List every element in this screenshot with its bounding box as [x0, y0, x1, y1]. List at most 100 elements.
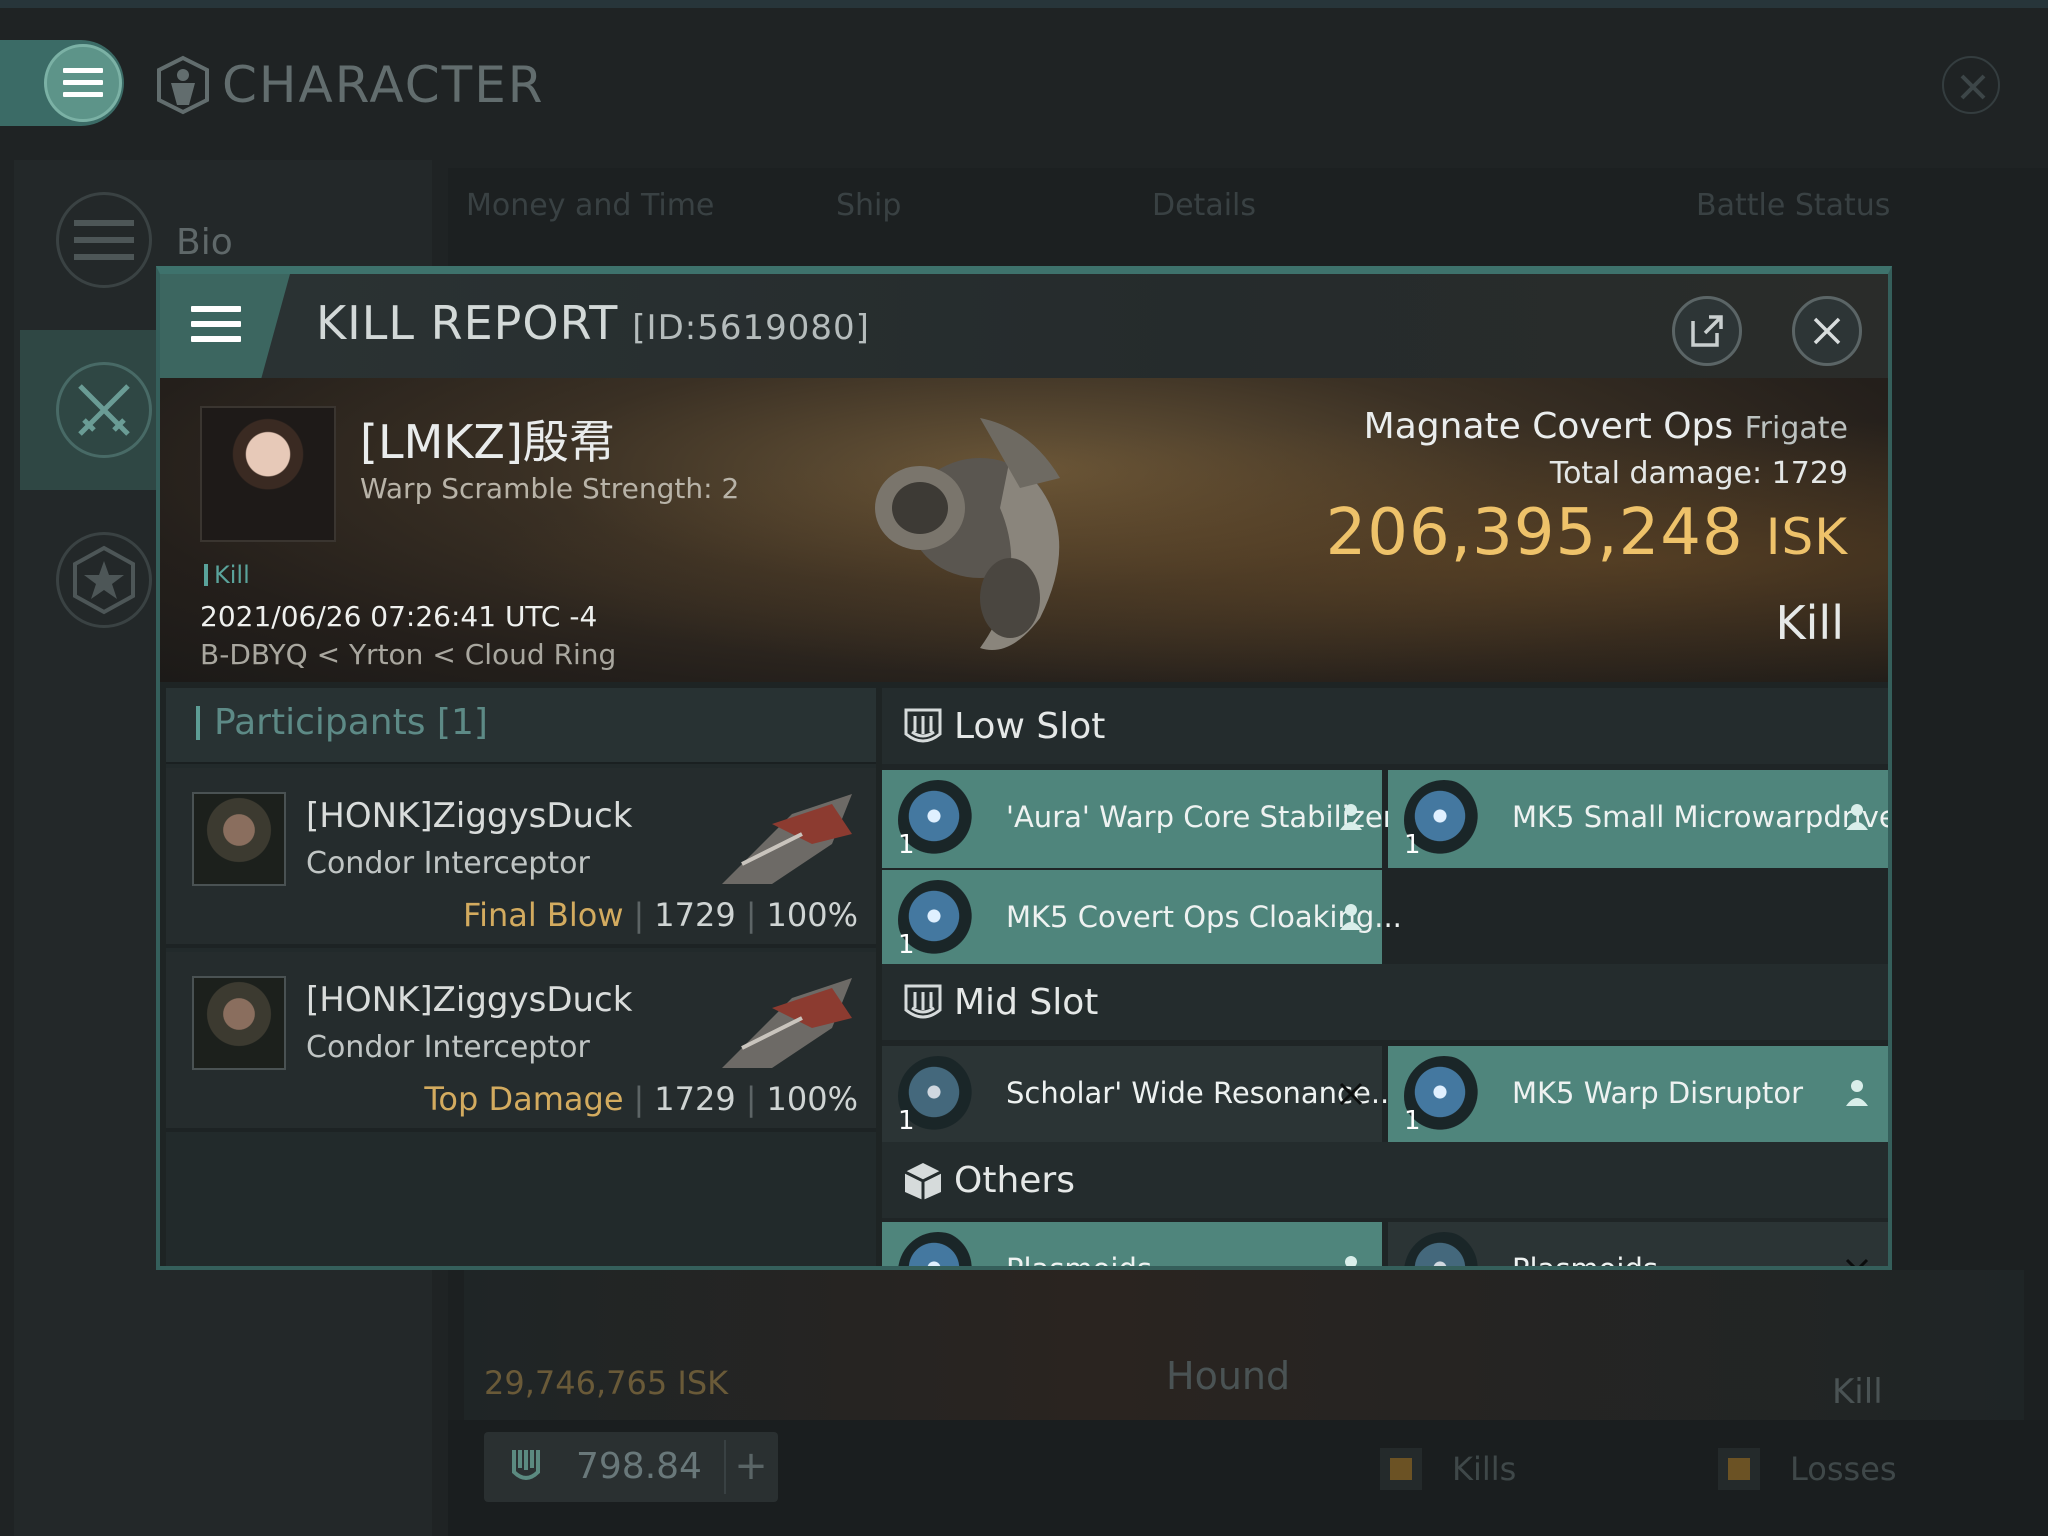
- dropped-person-icon: [1846, 1080, 1868, 1106]
- participants-title: Participants [1]: [196, 705, 488, 741]
- others-header: Others: [882, 1142, 1888, 1218]
- destroyed-x-icon: [1845, 1258, 1869, 1266]
- victim-ship-name[interactable]: Magnate Covert Ops Frigate: [1364, 406, 1848, 447]
- item-quantity: 1: [898, 830, 915, 860]
- ship-type-name: Magnate Covert Ops: [1363, 406, 1734, 447]
- kill-location[interactable]: B-DBYQ < Yrton < Cloud Ring: [200, 638, 616, 671]
- dropped-person-icon: [1345, 1256, 1357, 1266]
- item-name: 'Aura' Warp Core Stabilizer: [1006, 800, 1395, 834]
- low-slot-icon: [904, 708, 942, 743]
- window-close-button[interactable]: [1942, 56, 2000, 114]
- module-item[interactable]: 1 'Aura' Warp Core Stabilizer: [882, 770, 1395, 868]
- window-title: CHARACTER: [156, 50, 545, 120]
- destroyed-x-icon: [1339, 1082, 1363, 1106]
- participant-row[interactable]: [HONK]ZiggysDuck Condor Interceptor Top …: [166, 952, 876, 1132]
- isk-amount: 206,395,248: [1325, 496, 1744, 570]
- mid-slot-icon: [904, 984, 942, 1019]
- list-icon: [56, 192, 152, 288]
- low-slot-label: Low Slot: [954, 706, 1106, 747]
- hamburger-icon: [63, 68, 103, 98]
- low-slot-header: Low Slot: [882, 688, 1888, 764]
- participant-percent: 100%: [766, 1080, 858, 1118]
- battle-row-ship: Hound: [1166, 1354, 1291, 1398]
- item-name: Plasmoids: [1512, 1252, 1658, 1270]
- participant-ship-image: [722, 794, 852, 884]
- close-icon: [1813, 317, 1841, 345]
- total-damage: Total damage: 1729: [1550, 456, 1848, 491]
- victim-subtitle: Warp Scramble Strength: 2: [360, 472, 740, 505]
- participant-avatar[interactable]: [192, 976, 286, 1070]
- dropped-person-icon: [1846, 804, 1868, 830]
- legend-kills-label: Kills: [1452, 1450, 1517, 1488]
- victim-ship-image[interactable]: [860, 398, 1120, 668]
- kill-report-header: KILL REPORT [ID:5619080]: [160, 274, 1888, 378]
- header-ship[interactable]: Ship: [836, 188, 901, 223]
- item-quantity: 1: [1404, 1106, 1421, 1136]
- ship-class: Frigate: [1744, 411, 1848, 446]
- module-item[interactable]: Plasmoids: [1388, 1222, 1888, 1270]
- participant-percent: 100%: [766, 896, 858, 934]
- module-item[interactable]: Plasmoids: [882, 1222, 1382, 1266]
- kill-report-close-button[interactable]: [1792, 296, 1862, 366]
- participant-name[interactable]: [HONK]ZiggysDuck: [306, 980, 632, 1020]
- participant-ship-image: [722, 978, 852, 1068]
- share-icon: [1691, 315, 1723, 347]
- mid-slot-label: Mid Slot: [954, 982, 1099, 1023]
- participant-stats: Top Damage | 1729 | 100%: [424, 1080, 858, 1118]
- battle-row-isk: 29,746,765 ISK: [484, 1364, 729, 1402]
- victim-name[interactable]: [LMKZ]殷帬: [360, 406, 615, 472]
- module-item[interactable]: 1 Scholar' Wide Resonance...: [882, 1046, 1399, 1144]
- item-name: MK5 Small Microwarpdrive: [1512, 800, 1892, 834]
- header-details[interactable]: Details: [1152, 188, 1256, 223]
- isk-value: 206,395,248 ISK: [1326, 496, 1848, 570]
- top-border: [0, 0, 2048, 8]
- participant-damage: 1729: [654, 1080, 736, 1118]
- participant-avatar[interactable]: [192, 792, 286, 886]
- plasmoids-icon: [898, 1232, 978, 1266]
- app-root: CHARACTER Bio Money and Time Ship Detail…: [0, 0, 2048, 1536]
- crossed-swords-icon: [56, 362, 152, 458]
- kill-datetime: 2021/06/26 07:26:41 UTC -4: [200, 600, 598, 633]
- dropped-person-icon: [1340, 804, 1362, 830]
- participants-panel: Participants [1] [HONK]ZiggysDuck Condor…: [166, 688, 876, 1266]
- module-item[interactable]: 1 MK5 Small Microwarpdrive: [1388, 770, 1888, 868]
- item-quantity: 1: [1404, 830, 1421, 860]
- header-money-time[interactable]: Money and Time: [466, 188, 714, 223]
- participant-name[interactable]: [HONK]ZiggysDuck: [306, 796, 632, 836]
- header-battle-status[interactable]: Battle Status: [1696, 188, 1890, 223]
- legend-losses: Losses: [1718, 1448, 1897, 1490]
- kill-report-title: KILL REPORT [ID:5619080]: [316, 296, 870, 350]
- plasmoids-icon: [1404, 1232, 1484, 1266]
- total-damage-label: Total damage:: [1549, 456, 1763, 491]
- kill-banner: [LMKZ]殷帬 Warp Scramble Strength: 2 Kill …: [160, 378, 1888, 682]
- fitting-panel: Low Slot 1 'Aura' Warp Core Stabilizer 1…: [882, 688, 1888, 1270]
- participant-damage: 1729: [654, 896, 736, 934]
- victim-portrait[interactable]: [200, 406, 336, 542]
- total-damage-value: 1729: [1771, 456, 1848, 491]
- losses-swatch: [1718, 1448, 1760, 1490]
- participant-role: Top Damage: [424, 1080, 624, 1118]
- item-name: MK5 Warp Disruptor: [1512, 1076, 1804, 1110]
- mid-slot-header: Mid Slot: [882, 964, 1888, 1040]
- character-emblem-icon: [157, 55, 209, 115]
- add-plex-button[interactable]: +: [724, 1440, 776, 1494]
- kill-tag: Kill: [204, 563, 250, 587]
- kill-report-menu-button[interactable]: [160, 274, 290, 378]
- module-item[interactable]: 1 MK5 Covert Ops Cloaking...: [882, 870, 1402, 968]
- main-menu-button[interactable]: [44, 44, 122, 122]
- module-item[interactable]: 1 MK5 Warp Disruptor: [1388, 1046, 1888, 1144]
- close-icon: [1960, 74, 1986, 100]
- kills-swatch: [1380, 1448, 1422, 1490]
- dropped-person-icon: [1340, 904, 1362, 930]
- others-label: Others: [954, 1160, 1075, 1201]
- item-quantity: 1: [898, 1106, 915, 1136]
- hamburger-icon: [191, 306, 241, 346]
- participant-role: Final Blow: [463, 896, 624, 934]
- participants-header: Participants [1]: [166, 688, 876, 764]
- kill-report-dialog: KILL REPORT [ID:5619080] [LMKZ]殷帬 Warp Sc…: [156, 266, 1892, 1270]
- participant-stats: Final Blow | 1729 | 100%: [463, 896, 858, 934]
- participant-row[interactable]: [HONK]ZiggysDuck Condor Interceptor Fina…: [166, 768, 876, 948]
- legend-losses-label: Losses: [1790, 1450, 1897, 1488]
- item-quantity: 1: [898, 930, 915, 960]
- share-button[interactable]: [1672, 296, 1742, 366]
